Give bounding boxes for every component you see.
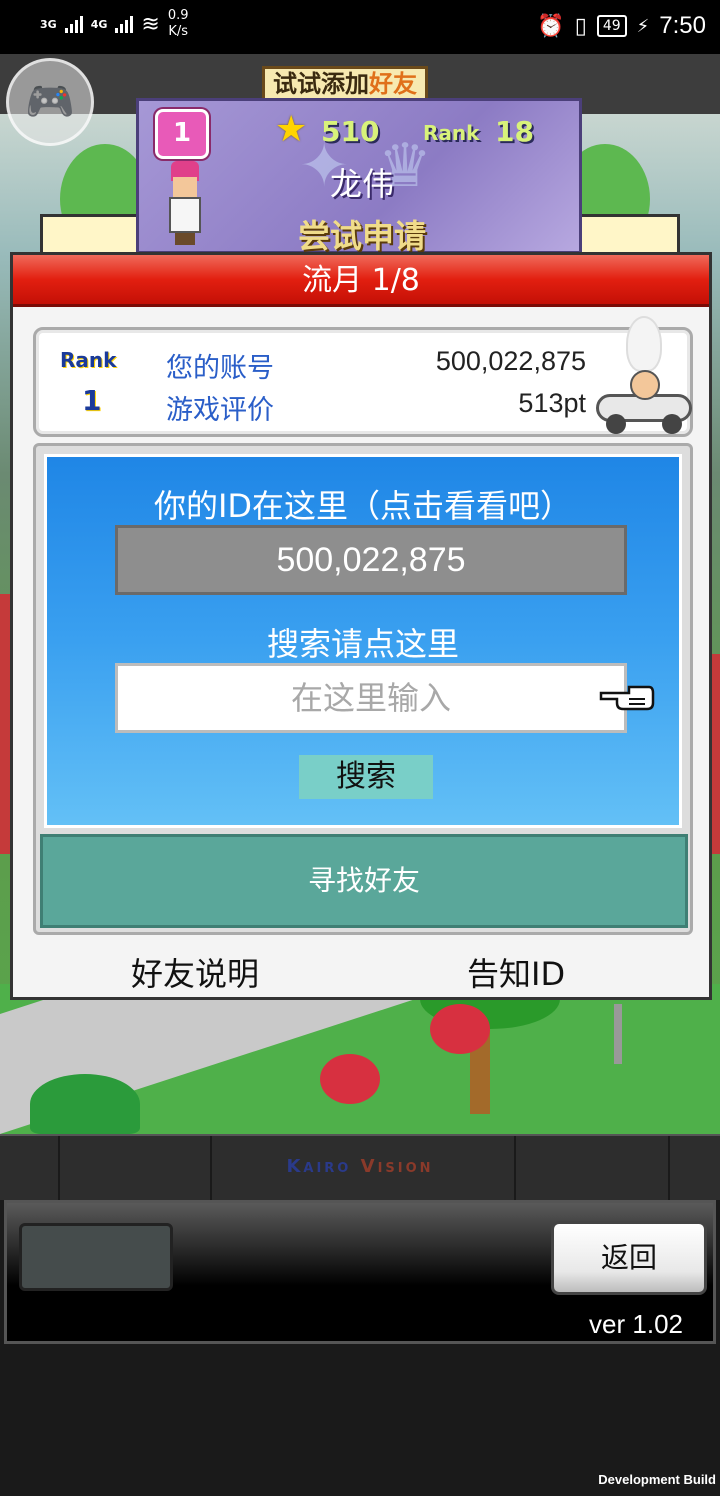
friend-help-link[interactable]: 好友说明 (131, 949, 259, 995)
brand-bar: Kairo Vision (0, 1134, 720, 1202)
gamepad-icon: 🎮 (25, 79, 75, 125)
id-title: 你的ID在这里（点击看看吧） (153, 487, 573, 525)
level-badge: 1 (155, 109, 209, 159)
left-control-slot[interactable] (19, 1223, 173, 1291)
status-time: 7:50 (659, 12, 706, 39)
banner-rank-value: 18 (495, 115, 534, 148)
status-left: 3G 4G ≋ 0.9 K/s (40, 8, 189, 40)
signal-bars-icon (64, 15, 83, 33)
search-button[interactable]: 搜索 (299, 755, 433, 799)
find-friends-button[interactable]: 寻找好友 (40, 834, 688, 928)
tell-id-link[interactable]: 告知ID (467, 949, 565, 995)
flower-bush (320, 1054, 380, 1104)
evaluation-label: 游戏评价 (166, 395, 274, 426)
id-panel: 你的ID在这里（点击看看吧） 500,022,875 搜索请点这里 搜索 (44, 454, 682, 828)
star-icon: ★ (275, 109, 308, 150)
signal-bars-icon (115, 15, 134, 33)
pointing-hand-icon (599, 685, 655, 711)
status-bar: 3G 4G ≋ 0.9 K/s ⏰ ▯ 49 ⚡ 7:50 (0, 0, 720, 54)
status-right: ⏰ ▯ 49 ⚡ 7:50 (537, 12, 706, 40)
search-input[interactable] (115, 663, 627, 733)
sign-post (614, 1004, 622, 1064)
banner-rank-label: Rank (423, 121, 480, 145)
suggestion-tag-text: 试试添加 (273, 70, 369, 98)
charging-icon: ⚡ (636, 15, 650, 37)
account-value: 500,022,875 (435, 346, 586, 376)
friend-suggestion-banner[interactable]: ✦ ♛ 1 ★ 510 Rank 18 龙伟 尝试申请 (136, 98, 582, 255)
suggestion-tag: 试试添加好友 (262, 66, 428, 102)
gamepad-overlay-button[interactable]: 🎮 (6, 58, 94, 146)
vibrate-icon: ▯ (574, 13, 587, 39)
bottom-controls: 返回 ver 1.02 (4, 1200, 716, 1344)
kairo-vision-logo: Kairo Vision (0, 1156, 720, 1177)
rank-value: 1 (82, 384, 102, 417)
alarm-icon: ⏰ (537, 13, 565, 39)
version-label: ver 1.02 (589, 1309, 683, 1339)
signal-4g-label: 4G (90, 17, 108, 31)
id-section: 你的ID在这里（点击看看吧） 500,022,875 搜索请点这里 搜索 寻找好… (33, 443, 693, 935)
search-label: 搜索请点这里 (266, 625, 459, 663)
development-build-label: Development Build (598, 1472, 716, 1487)
net-speed: 0.9 K/s (168, 8, 189, 40)
flower-bush (430, 1004, 490, 1054)
suggestion-tag-highlight: 好友 (369, 70, 417, 98)
battery-icon: 49 (596, 15, 627, 37)
app-root: 3G 4G ≋ 0.9 K/s ⏰ ▯ 49 ⚡ 7:50 🎮 试试添加好友 ✦… (0, 0, 720, 1496)
my-id-display[interactable]: 500,022,875 (115, 525, 627, 595)
net-speed-value: 0.9 (167, 8, 189, 23)
player-name: 龙伟 (329, 165, 394, 203)
net-speed-unit: K/s (168, 24, 188, 39)
rank-label: Rank (60, 348, 117, 372)
logo-vision: Vision (360, 1156, 434, 1177)
account-label: 您的账号 (166, 353, 274, 384)
car-driver-sprite (596, 316, 692, 434)
back-button[interactable]: 返回 (551, 1221, 707, 1295)
request-status: 尝试申请 (297, 217, 426, 255)
wifi-icon: ≋ (141, 11, 160, 37)
logo-kairo: Kairo (286, 1156, 352, 1177)
evaluation-value: 513pt (518, 388, 586, 418)
account-stats: Rank 1 您的账号 游戏评价 500,022,875 513pt (33, 316, 693, 437)
panel-header: 流月 1/8 (13, 255, 709, 307)
plant (30, 1074, 140, 1134)
star-count: 510 (321, 115, 380, 148)
signal-3g-label: 3G (40, 17, 57, 31)
friend-panel: 流月 1/8 Rank 1 您的账号 游戏评价 500,022,875 513p… (10, 252, 712, 1000)
